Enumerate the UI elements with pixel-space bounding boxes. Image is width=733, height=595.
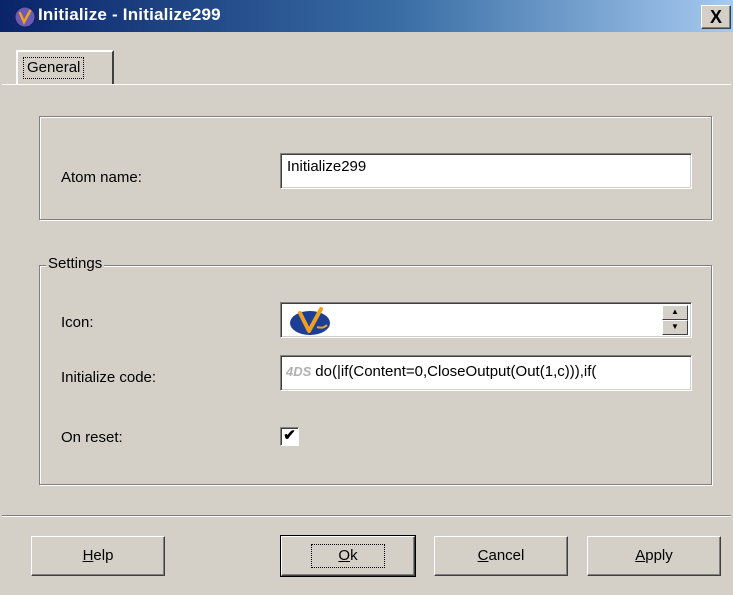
- initialize-code-label: Initialize code:: [61, 369, 157, 386]
- ok-button[interactable]: Ok: [280, 535, 416, 577]
- help-button[interactable]: Help: [31, 536, 165, 576]
- help-button-label: elp: [93, 547, 114, 564]
- close-icon: X: [709, 7, 722, 27]
- on-reset-label: On reset:: [61, 429, 123, 446]
- settings-group-title: Settings: [46, 255, 105, 273]
- spin-down-button[interactable]: ▼: [662, 320, 688, 335]
- cancel-button-mnemonic: C: [477, 547, 489, 564]
- cancel-button[interactable]: Cancel: [434, 536, 568, 576]
- window-title: Initialize - Initialize299: [38, 5, 221, 24]
- atom-name-input[interactable]: [287, 158, 685, 175]
- icon-selector[interactable]: ▲ ▼: [280, 302, 692, 338]
- icon-label: Icon:: [61, 314, 94, 331]
- initialize-code-text: do(|if(Content=0,CloseOutput(Out(1,c))),…: [315, 363, 597, 380]
- button-separator: [2, 515, 731, 517]
- tab-general[interactable]: General: [16, 50, 114, 84]
- apply-button[interactable]: Apply: [587, 536, 721, 576]
- atom-name-label: Atom name:: [61, 169, 142, 186]
- ok-button-focus: Ok: [311, 544, 385, 568]
- icon-spinner[interactable]: ▲ ▼: [662, 305, 688, 335]
- apply-button-mnemonic: A: [635, 547, 646, 564]
- cancel-button-label: ancel: [488, 547, 525, 564]
- ok-button-mnemonic: O: [338, 547, 351, 564]
- close-button[interactable]: X: [701, 5, 731, 29]
- code-language-prefix: 4DS: [286, 364, 312, 379]
- title-bar[interactable]: Initialize - Initialize299 X: [0, 0, 733, 32]
- app-logo-icon: [14, 6, 36, 28]
- arrow-down-icon: ▼: [671, 322, 679, 331]
- atom-name-field[interactable]: [280, 153, 692, 189]
- spin-up-button[interactable]: ▲: [662, 305, 688, 320]
- check-mark-icon: ✔: [283, 427, 296, 444]
- initialize-atom-icon: [290, 307, 330, 335]
- help-button-mnemonic: H: [82, 547, 94, 564]
- tab-panel-border: [2, 84, 731, 85]
- ok-button-label: k: [350, 547, 358, 564]
- apply-button-label: pply: [645, 547, 673, 564]
- tab-general-label: General: [23, 57, 85, 79]
- initialize-code-field[interactable]: 4DS do(|if(Content=0,CloseOutput(Out(1,c)…: [280, 355, 692, 391]
- on-reset-checkbox[interactable]: ✔: [280, 427, 299, 446]
- arrow-up-icon: ▲: [671, 307, 679, 316]
